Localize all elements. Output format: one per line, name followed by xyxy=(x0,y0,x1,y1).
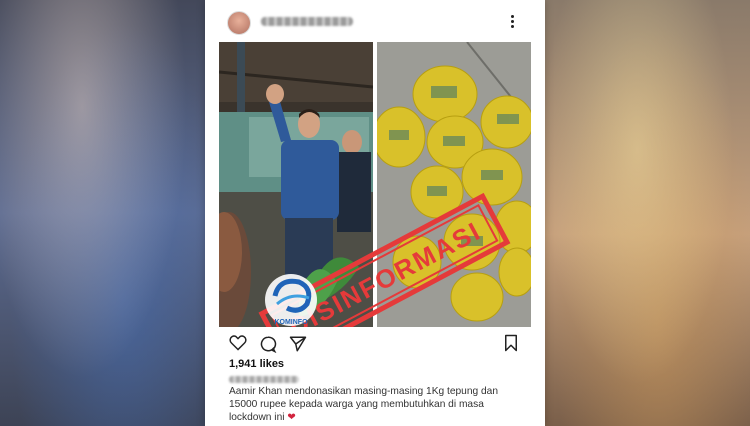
kominfo-logo-text: KOMINFO xyxy=(274,319,308,326)
caption-username-blurred[interactable] xyxy=(229,376,299,383)
post-caption: Aamir Khan mendonasikan masing-masing 1K… xyxy=(229,385,529,424)
caption-text: Aamir Khan mendonasikan masing-masing 1K… xyxy=(229,386,498,423)
comment-icon[interactable] xyxy=(259,335,277,353)
bookmark-icon[interactable] xyxy=(503,334,519,352)
share-icon[interactable] xyxy=(289,335,307,353)
heart-emoji: ❤ xyxy=(287,412,296,423)
post-image: DISINFORMASI KOMINFO xyxy=(219,42,531,327)
post-header xyxy=(205,0,545,42)
post-footer: 1,941 likes Aamir Khan mendonasikan masi… xyxy=(205,327,545,426)
likes-count[interactable]: 1,941 likes xyxy=(229,358,284,370)
username-blurred[interactable] xyxy=(261,17,353,26)
blurred-background-left xyxy=(0,0,205,426)
instagram-post: DISINFORMASI KOMINFO 1,941 likes Aamir K… xyxy=(205,0,545,426)
heart-icon[interactable] xyxy=(229,335,247,351)
blurred-background-right xyxy=(545,0,750,426)
avatar[interactable] xyxy=(227,11,251,35)
more-options-icon[interactable] xyxy=(509,14,515,30)
disinformation-stamp: DISINFORMASI KOMINFO xyxy=(258,192,511,327)
kominfo-logo-icon: KOMINFO xyxy=(265,274,317,326)
